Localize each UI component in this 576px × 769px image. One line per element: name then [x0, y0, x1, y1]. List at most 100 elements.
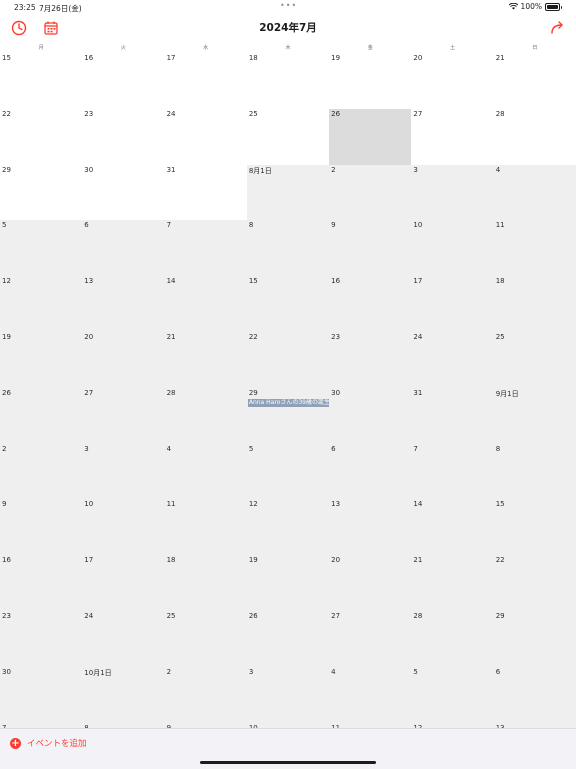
- weekday-label: 金: [367, 45, 373, 51]
- day-cell[interactable]: 23: [82, 108, 165, 165]
- day-cell[interactable]: 19: [246, 555, 330, 611]
- day-cell[interactable]: 19: [0, 332, 83, 388]
- day-cell[interactable]: 15: [246, 276, 330, 332]
- day-cell[interactable]: 15: [493, 499, 576, 556]
- day-cell[interactable]: 20: [329, 555, 412, 611]
- day-cell[interactable]: 14: [164, 276, 247, 332]
- day-cell[interactable]: 9月1日: [493, 387, 576, 444]
- day-cell[interactable]: 28: [411, 611, 494, 667]
- home-indicator[interactable]: [200, 761, 376, 764]
- day-cell[interactable]: 4: [329, 666, 412, 723]
- day-cell[interactable]: 2: [0, 443, 83, 500]
- day-cell[interactable]: 28: [493, 108, 576, 165]
- add-event-button[interactable]: + イベントを追加: [10, 737, 87, 749]
- day-number: 10: [413, 221, 423, 230]
- day-cell[interactable]: 11: [164, 499, 247, 556]
- day-number: 19: [2, 333, 11, 341]
- day-cell[interactable]: 14: [411, 499, 494, 556]
- day-cell[interactable]: 24: [82, 611, 165, 667]
- day-cell[interactable]: 17: [164, 53, 247, 109]
- day-cell[interactable]: 11: [493, 220, 576, 277]
- day-cell[interactable]: 6: [82, 220, 165, 277]
- day-cell[interactable]: 31: [411, 387, 494, 444]
- day-cell[interactable]: 4: [493, 164, 576, 221]
- day-cell[interactable]: 25: [164, 611, 247, 667]
- day-cell[interactable]: 26: [246, 611, 330, 667]
- weekday-label: 木: [285, 45, 291, 51]
- day-cell[interactable]: 16: [329, 276, 412, 332]
- day-cell[interactable]: 29: [493, 611, 576, 667]
- day-cell[interactable]: 17: [411, 276, 494, 332]
- day-cell[interactable]: 2: [164, 666, 247, 723]
- day-cell[interactable]: 6: [329, 443, 412, 500]
- day-cell[interactable]: 28: [164, 387, 247, 444]
- day-cell[interactable]: 27: [329, 611, 412, 667]
- status-time: 23:25: [14, 3, 36, 12]
- day-cell[interactable]: 5: [246, 443, 330, 500]
- day-number: 3: [248, 667, 254, 676]
- day-cell[interactable]: 30: [0, 666, 83, 723]
- day-cell[interactable]: 21: [411, 555, 494, 611]
- day-cell[interactable]: 16: [0, 555, 83, 611]
- day-cell[interactable]: 9: [0, 499, 83, 556]
- day-cell[interactable]: 27: [411, 108, 494, 165]
- day-cell[interactable]: 8月1日: [246, 164, 330, 221]
- day-cell[interactable]: 18: [246, 53, 330, 109]
- day-cell[interactable]: 12: [0, 276, 83, 332]
- toolbar: 2024年7月: [0, 16, 576, 40]
- day-cell[interactable]: 18: [164, 555, 247, 611]
- day-cell[interactable]: 15: [0, 53, 83, 109]
- day-cell[interactable]: 7: [411, 443, 494, 500]
- day-cell[interactable]: 30: [329, 387, 412, 444]
- day-cell[interactable]: 29: [0, 164, 83, 221]
- day-cell[interactable]: 17: [82, 555, 165, 611]
- day-cell[interactable]: 3: [82, 443, 165, 500]
- day-cell[interactable]: 12: [246, 499, 330, 556]
- day-cell[interactable]: 22: [0, 108, 83, 165]
- status-bar: 23:25 7月26日(金) ••• 100%: [0, 0, 576, 14]
- day-cell[interactable]: 27: [82, 387, 165, 444]
- day-cell[interactable]: 4: [164, 443, 247, 500]
- day-cell[interactable]: 5: [411, 666, 494, 723]
- day-cell[interactable]: 7: [164, 220, 247, 277]
- day-cell[interactable]: 8: [246, 220, 330, 277]
- day-cell-today[interactable]: 26: [329, 108, 412, 165]
- day-cell[interactable]: 9: [329, 220, 412, 277]
- day-cell[interactable]: 23: [329, 332, 412, 388]
- day-cell[interactable]: 6: [493, 666, 576, 723]
- day-cell[interactable]: 22: [246, 332, 330, 388]
- day-number: 31: [413, 388, 423, 397]
- day-cell[interactable]: 3: [411, 164, 494, 221]
- day-cell[interactable]: 10: [82, 499, 165, 556]
- calendar-event[interactable]: Anna Haroさんの39歳の誕生日: [247, 398, 329, 407]
- day-cell[interactable]: 18: [493, 276, 576, 332]
- day-cell[interactable]: 25: [246, 108, 330, 165]
- day-cell[interactable]: 13: [329, 499, 412, 556]
- day-cell[interactable]: 16: [82, 53, 165, 109]
- multitask-dots[interactable]: •••: [280, 1, 297, 10]
- day-cell[interactable]: 8: [493, 443, 576, 500]
- day-cell[interactable]: 23: [0, 611, 83, 667]
- day-cell[interactable]: 20: [411, 53, 494, 109]
- day-cell[interactable]: 31: [164, 164, 247, 221]
- day-cell[interactable]: 20: [82, 332, 165, 388]
- day-cell[interactable]: 24: [164, 108, 247, 165]
- day-number: 20: [331, 556, 341, 565]
- day-cell[interactable]: 25: [493, 332, 576, 388]
- day-cell[interactable]: 10月1日: [82, 666, 165, 723]
- day-cell[interactable]: 21: [493, 53, 576, 109]
- day-cell[interactable]: 21: [164, 332, 247, 388]
- day-cell[interactable]: 5: [0, 220, 83, 277]
- day-cell[interactable]: 29 Anna Haroさんの39歳の誕生日: [246, 387, 330, 444]
- day-cell[interactable]: 2: [329, 164, 412, 221]
- day-number: 25: [495, 333, 505, 341]
- day-cell[interactable]: 26: [0, 387, 83, 444]
- day-cell[interactable]: 22: [493, 555, 576, 611]
- day-cell[interactable]: 30: [82, 164, 165, 221]
- day-cell[interactable]: 3: [246, 666, 330, 723]
- day-cell[interactable]: 13: [82, 276, 165, 332]
- redo-arrow-icon[interactable]: [548, 19, 566, 37]
- day-cell[interactable]: 19: [329, 53, 412, 109]
- day-cell[interactable]: 10: [411, 220, 494, 277]
- day-cell[interactable]: 24: [411, 332, 494, 388]
